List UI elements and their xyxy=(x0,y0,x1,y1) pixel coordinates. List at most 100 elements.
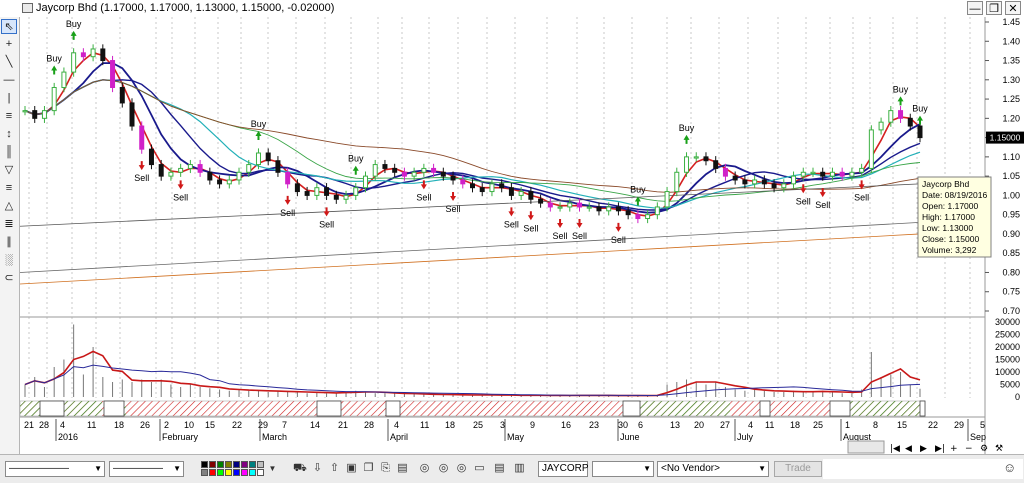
candle-body xyxy=(898,110,904,119)
chrome-icon[interactable]: ◎ xyxy=(455,462,468,475)
band-box xyxy=(39,400,65,417)
candle-body xyxy=(421,167,427,173)
arc-icon[interactable]: ⊂ xyxy=(1,271,17,286)
trade-button[interactable]: Trade xyxy=(774,461,822,477)
day-tick-label: 21 xyxy=(24,420,34,430)
buy-label: Buy xyxy=(679,123,695,133)
scroll-control-icon[interactable]: + xyxy=(950,444,958,454)
candle-body xyxy=(810,171,816,174)
window-icon[interactable]: ▭ xyxy=(473,462,486,475)
close-button[interactable]: ✕ xyxy=(1005,1,1021,15)
triangle-icon[interactable]: △ xyxy=(1,199,17,214)
candle-body xyxy=(178,167,184,173)
candle-body xyxy=(110,60,116,89)
price-tick-label: 0.80 xyxy=(1002,267,1020,277)
chrome-icon[interactable]: ◎ xyxy=(418,462,431,475)
candle-body xyxy=(460,179,466,185)
volume-tick-label: 20000 xyxy=(995,342,1020,352)
candle-body xyxy=(761,179,767,185)
line-style-select[interactable]: —————— ▼ xyxy=(5,461,105,477)
zoom-fit-icon[interactable]: ↕ xyxy=(1,127,17,142)
candle-body xyxy=(187,164,193,169)
crosshair-icon[interactable]: + xyxy=(1,37,17,52)
export-icon[interactable]: ⇧ xyxy=(328,462,341,475)
color-swatch[interactable] xyxy=(217,469,224,476)
image-icon[interactable]: ▣ xyxy=(345,462,358,475)
color-swatch[interactable] xyxy=(241,461,248,468)
color-swatch[interactable] xyxy=(233,469,240,476)
band-box xyxy=(759,400,771,417)
import-icon[interactable]: ⇩ xyxy=(311,462,324,475)
candle-body xyxy=(693,156,699,159)
palette-dropdown-icon[interactable]: ▼ xyxy=(266,462,279,475)
cycle-icon[interactable]: ≡ xyxy=(1,181,17,196)
window-title: Jaycorp Bhd (1.17000, 1.17000, 1.13000, … xyxy=(36,2,335,14)
color-swatch[interactable] xyxy=(233,461,240,468)
bars-icon[interactable]: ∥ xyxy=(1,235,17,250)
color-swatch[interactable] xyxy=(225,469,232,476)
tile-icon[interactable]: ▤ xyxy=(493,462,506,475)
color-swatch[interactable] xyxy=(209,461,216,468)
color-swatch[interactable] xyxy=(201,469,208,476)
fibonacci-icon[interactable]: ≡ xyxy=(1,109,17,124)
scroll-control-icon[interactable]: ◀ xyxy=(905,444,912,454)
pitchfork-icon[interactable]: ≣ xyxy=(1,217,17,232)
trendline-icon[interactable]: ╲ xyxy=(1,55,17,70)
month-label: July xyxy=(737,432,754,442)
horizontal-line-icon[interactable]: — xyxy=(1,73,17,88)
color-swatch[interactable] xyxy=(257,469,264,476)
scroll-control-icon[interactable]: ▶ xyxy=(920,444,927,454)
vendor-select[interactable]: <No Vendor> ▼ xyxy=(657,461,769,477)
scroll-control-icon[interactable]: ▶| xyxy=(935,444,945,454)
candle-body xyxy=(71,52,77,73)
day-tick-label: 28 xyxy=(364,420,374,430)
channel-icon[interactable]: ║ xyxy=(1,145,17,160)
layout-icon[interactable]: ▥ xyxy=(513,462,526,475)
candle-body xyxy=(577,202,583,208)
save-icon[interactable]: ▤ xyxy=(396,462,409,475)
copy-icon[interactable]: ❐ xyxy=(362,462,375,475)
minimize-button[interactable]: — xyxy=(967,1,983,15)
scroll-control-icon[interactable]: ⚙ xyxy=(980,444,988,454)
candle-body xyxy=(51,87,57,112)
color-swatch[interactable] xyxy=(201,461,208,468)
month-label: March xyxy=(262,432,287,442)
exchange-select[interactable]: ▼ xyxy=(592,461,654,477)
chrome-icon[interactable]: ◎ xyxy=(437,462,450,475)
cursor-icon[interactable]: ⇖ xyxy=(1,19,17,34)
line-width-select[interactable]: ————— ▼ xyxy=(109,461,184,477)
restore-button[interactable]: ❐ xyxy=(986,1,1002,15)
paste-icon[interactable]: ⎘ xyxy=(379,462,392,475)
candle-body xyxy=(732,175,738,181)
tooltip-date: Date: 08/19/2016 xyxy=(922,190,987,200)
color-swatch[interactable] xyxy=(257,461,264,468)
smiley-icon[interactable]: ☺ xyxy=(1003,461,1016,474)
chart-window-icon xyxy=(22,3,33,13)
fan-icon[interactable]: ▽ xyxy=(1,163,17,178)
vertical-line-icon[interactable]: | xyxy=(1,91,17,106)
color-swatch[interactable] xyxy=(217,461,224,468)
color-palette[interactable] xyxy=(201,461,265,477)
truck-icon[interactable]: ⛟ xyxy=(293,462,307,475)
chart-area[interactable]: 1.451.401.351.301.251.201.151.101.051.00… xyxy=(20,17,1024,454)
color-swatch[interactable] xyxy=(209,469,216,476)
candle-body xyxy=(645,214,651,220)
color-swatch[interactable] xyxy=(249,469,256,476)
scrollbar-thumb[interactable] xyxy=(847,440,885,454)
day-tick-label: 13 xyxy=(670,420,680,430)
symbol-field[interactable]: JAYCORP xyxy=(538,461,589,477)
color-swatch[interactable] xyxy=(225,461,232,468)
scroll-control-icon[interactable]: − xyxy=(965,444,973,454)
candle-body xyxy=(353,187,359,196)
candle-body xyxy=(849,171,855,177)
candle-body xyxy=(820,171,826,177)
scroll-control-icon[interactable]: ⚒ xyxy=(995,444,1003,454)
candle-body xyxy=(236,171,242,181)
color-swatch[interactable] xyxy=(249,461,256,468)
scroll-control-icon[interactable]: |◀ xyxy=(890,444,900,454)
month-label: April xyxy=(390,432,408,442)
candle-body xyxy=(829,171,835,177)
color-swatch[interactable] xyxy=(241,469,248,476)
day-tick-label: 22 xyxy=(928,420,938,430)
gann-icon[interactable]: ░ xyxy=(1,253,17,268)
